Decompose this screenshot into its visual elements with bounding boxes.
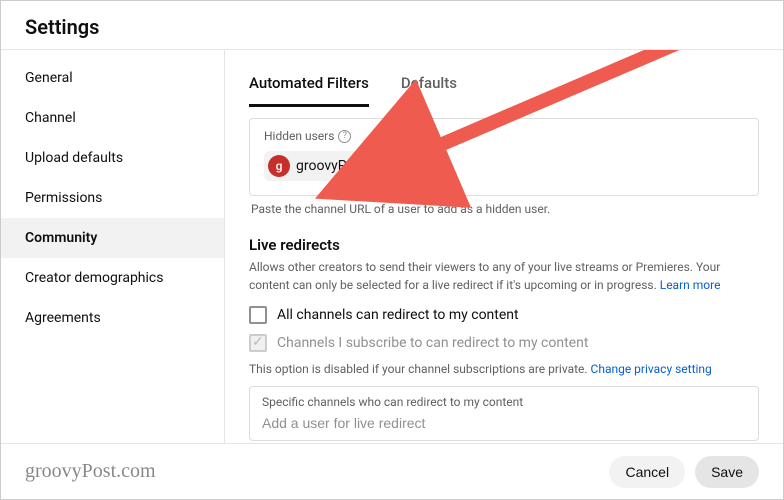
specific-channels-label: Specific channels who can redirect to my…	[262, 395, 746, 409]
chip-name: groovyPost	[296, 158, 366, 174]
page-title: Settings	[25, 15, 759, 39]
hidden-users-label: Hidden users ?	[264, 129, 744, 143]
help-icon[interactable]: ?	[338, 130, 351, 143]
tab-automated-filters[interactable]: Automated Filters	[249, 66, 369, 107]
sidebar-item-agreements[interactable]: Agreements	[1, 298, 224, 338]
tab-defaults[interactable]: Defaults	[401, 66, 457, 107]
settings-header: Settings	[1, 1, 783, 50]
specific-channels-input[interactable]	[262, 415, 746, 431]
learn-more-link[interactable]: Learn more	[660, 278, 721, 292]
sidebar-item-upload-defaults[interactable]: Upload defaults	[1, 138, 224, 178]
sidebar: General Channel Upload defaults Permissi…	[1, 50, 225, 444]
sidebar-item-community[interactable]: Community	[1, 218, 224, 258]
cancel-button[interactable]: Cancel	[609, 456, 685, 488]
hidden-users-panel: Hidden users ? g groovyPost ✕	[249, 118, 759, 196]
footer: groovyPost.com Cancel Save	[1, 443, 783, 499]
live-redirects-title: Live redirects	[249, 236, 759, 254]
checkbox-all-channels[interactable]: All channels can redirect to my content	[249, 306, 759, 324]
tabs: Automated Filters Defaults	[249, 66, 759, 108]
live-redirects-desc: Allows other creators to send their view…	[249, 258, 759, 294]
disabled-note: This option is disabled if your channel …	[249, 362, 759, 376]
main-layout: General Channel Upload defaults Permissi…	[1, 50, 783, 444]
hidden-users-helper: Paste the channel URL of a user to add a…	[251, 202, 757, 216]
close-icon[interactable]: ✕	[374, 158, 386, 174]
avatar: g	[268, 155, 290, 177]
checkbox-icon	[249, 334, 267, 352]
specific-channels-panel: Specific channels who can redirect to my…	[249, 386, 759, 441]
content-area: Automated Filters Defaults Hidden users …	[225, 50, 783, 444]
sidebar-item-channel[interactable]: Channel	[1, 98, 224, 138]
sidebar-item-permissions[interactable]: Permissions	[1, 178, 224, 218]
checkbox-icon[interactable]	[249, 306, 267, 324]
change-privacy-link[interactable]: Change privacy setting	[591, 362, 712, 376]
sidebar-item-creator-demographics[interactable]: Creator demographics	[1, 258, 224, 298]
hidden-user-chip: g groovyPost ✕	[264, 151, 394, 181]
watermark: groovyPost.com	[25, 460, 156, 483]
save-button[interactable]: Save	[695, 456, 759, 488]
checkbox-subscribed-channels: Channels I subscribe to can redirect to …	[249, 334, 759, 352]
sidebar-item-general[interactable]: General	[1, 58, 224, 98]
